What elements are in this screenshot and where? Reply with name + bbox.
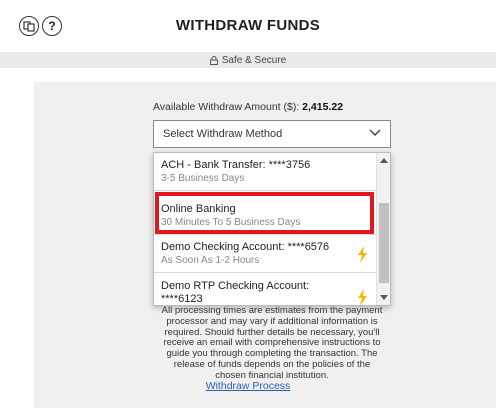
method-option-demo-checking[interactable]: Demo Checking Account: ****6576 As Soon …: [154, 235, 376, 273]
page-title: WITHDRAW FUNDS: [175, 17, 321, 34]
lock-icon: [209, 55, 218, 65]
lightning-bolt-icon: [358, 246, 367, 263]
method-option-online-banking[interactable]: Online Banking 30 Minutes To 5 Business …: [154, 197, 376, 235]
withdraw-method-select[interactable]: Select Withdraw Method: [153, 120, 391, 148]
method-option-ach[interactable]: ACH - Bank Transfer: ****3756 3-5 Busine…: [154, 153, 376, 191]
scroll-up-arrow-icon[interactable]: [380, 158, 388, 163]
method-option-name: Online Banking: [161, 203, 236, 215]
method-option-name: Demo RTP Checking Account: ****6123: [161, 280, 310, 305]
method-option-eta: 30 Minutes To 5 Business Days: [161, 217, 301, 228]
method-option-demo-rtp-checking[interactable]: Demo RTP Checking Account: ****6123: [154, 273, 376, 305]
method-option-eta: As Soon As 1-2 Hours: [161, 255, 260, 266]
available-value: 2,415.22: [302, 101, 344, 113]
lightning-bolt-icon: [358, 289, 367, 305]
available-label: Available Withdraw Amount ($):: [152, 101, 300, 113]
header: ? WITHDRAW FUNDS: [0, 0, 496, 52]
chevron-down-icon: [369, 129, 381, 137]
secure-label: Safe & Secure: [221, 54, 287, 66]
method-option-name: ACH - Bank Transfer: ****3756: [161, 159, 311, 171]
method-option-eta: 3-5 Business Days: [161, 173, 245, 184]
dropdown-scrollbar[interactable]: [376, 153, 390, 305]
available-amount: Available Withdraw Amount ($): 2,415.22: [0, 101, 496, 113]
scroll-down-arrow-icon[interactable]: [380, 295, 388, 300]
withdraw-process-link[interactable]: Withdraw Process: [0, 380, 496, 392]
scrollbar-thumb[interactable]: [379, 203, 389, 283]
select-placeholder: Select Withdraw Method: [163, 128, 283, 140]
secure-bar: Safe & Secure: [0, 52, 496, 68]
disclaimer-text: All processing times are estimates from …: [161, 305, 383, 381]
withdraw-funds-page: ? WITHDRAW FUNDS Safe & Secure Available…: [0, 0, 496, 410]
method-option-name: Demo Checking Account: ****6576: [161, 241, 330, 253]
withdraw-method-dropdown: ACH - Bank Transfer: ****3756 3-5 Busine…: [153, 152, 391, 306]
